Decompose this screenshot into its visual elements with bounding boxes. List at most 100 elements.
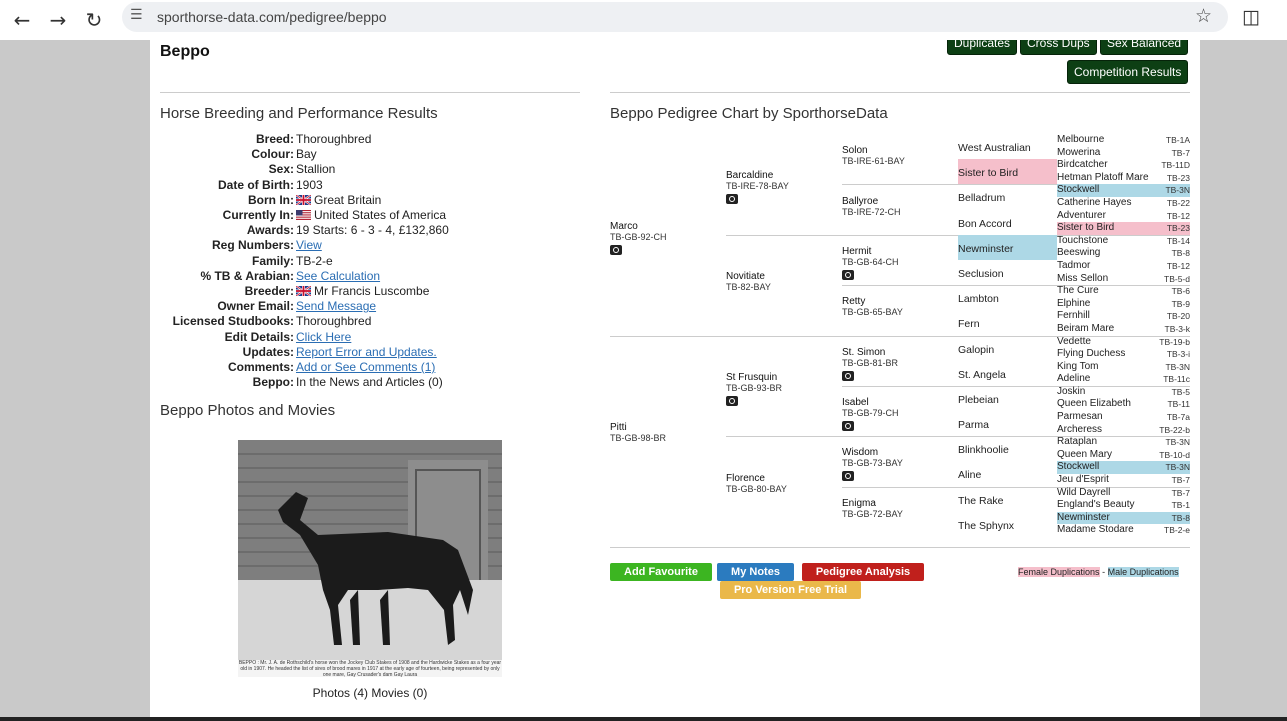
my-notes-button[interactable]: My Notes [717, 563, 794, 581]
pedigree-horse-gen3[interactable]: Solon TB-IRE-61-BAY [842, 145, 952, 167]
extensions-icon[interactable]: ◫ [1242, 6, 1260, 28]
pedigree-horse-gen4[interactable]: Seclusion [958, 260, 1057, 285]
add-favourite-button[interactable]: Add Favourite [610, 563, 712, 581]
detail-value[interactable]: Send Message [296, 299, 376, 313]
pedigree-horse-gen4[interactable]: Fern [958, 310, 1057, 335]
pedigree-horse-gen3[interactable]: Wisdom TB-GB-73-BAY [842, 447, 952, 484]
horse-name[interactable]: Plebeian [958, 394, 999, 406]
horse-name[interactable]: Hetman Platoff Mare [1057, 172, 1149, 185]
pedigree-horse-gen4[interactable]: The Rake [958, 487, 1057, 512]
pedigree-horse-gen4[interactable]: Parma [958, 411, 1057, 436]
pedigree-horse-gen4[interactable]: Plebeian [958, 386, 1057, 411]
pedigree-horse-gen3[interactable]: Hermit TB-GB-64-CH [842, 246, 952, 283]
pedigree-horse-gen5[interactable]: Stockwell TB-3N [1057, 461, 1190, 475]
horse-name[interactable]: Seclusion [958, 268, 1004, 280]
pedigree-horse-gen5[interactable]: The Cure TB-6 [1057, 285, 1190, 298]
horse-name[interactable]: King Tom [1057, 361, 1099, 374]
horse-name[interactable]: Newminster [1057, 512, 1110, 525]
horse-name[interactable]: Pitti [610, 422, 720, 433]
pedigree-horse-gen4[interactable]: Aline [958, 461, 1057, 486]
pedigree-horse-gen5[interactable]: Elphine TB-9 [1057, 298, 1190, 311]
detail-value-text[interactable]: Send Message [296, 299, 376, 313]
detail-value[interactable]: Report Error and Updates. [296, 345, 437, 359]
horse-name[interactable]: Marco [610, 221, 720, 232]
horse-name[interactable]: Newminster [958, 243, 1013, 255]
pedigree-horse-gen2[interactable]: St Frusquin TB-GB-93-BR [726, 372, 836, 409]
horse-name[interactable]: Adventurer [1057, 210, 1106, 223]
pedigree-horse-gen5[interactable]: Fernhill TB-20 [1057, 310, 1190, 323]
pedigree-horse-gen5[interactable]: Adeline TB-11c [1057, 373, 1190, 386]
pedigree-horse-gen5[interactable]: Jeu d'Esprit TB-7 [1057, 474, 1190, 487]
horse-name[interactable]: Birdcatcher [1057, 159, 1108, 172]
pedigree-horse-gen3[interactable]: St. Simon TB-GB-81-BR [842, 347, 952, 384]
detail-value-text[interactable]: Add or See Comments (1) [296, 360, 435, 374]
horse-name[interactable]: Touchstone [1057, 235, 1108, 248]
pedigree-horse-gen5[interactable]: Beeswing TB-8 [1057, 247, 1190, 260]
horse-name[interactable]: Ballyroe [842, 196, 952, 207]
horse-name[interactable]: England's Beauty [1057, 499, 1135, 512]
horse-name[interactable]: Vedette [1057, 336, 1091, 349]
horse-name[interactable]: Madame Stodare [1057, 524, 1134, 537]
pedigree-horse-gen5[interactable]: Melbourne TB-1A [1057, 134, 1190, 147]
detail-value-text[interactable]: View [296, 238, 322, 252]
horse-name[interactable]: Tadmor [1057, 260, 1090, 273]
pedigree-horse-gen4[interactable]: Sister to Bird [958, 159, 1057, 185]
pedigree-horse-gen5[interactable]: Madame Stodare TB-2-e [1057, 524, 1190, 537]
horse-name[interactable]: Miss Sellon [1057, 273, 1108, 286]
pedigree-horse-gen5[interactable]: Newminster TB-8 [1057, 511, 1190, 525]
horse-name[interactable]: Belladrum [958, 192, 1005, 204]
pedigree-horse-gen5[interactable]: Queen Elizabeth TB-11 [1057, 398, 1190, 411]
pedigree-horse-gen5[interactable]: Birdcatcher TB-11D [1057, 159, 1190, 172]
horse-name[interactable]: Queen Mary [1057, 449, 1112, 462]
pedigree-horse-gen5[interactable]: King Tom TB-3N [1057, 361, 1190, 374]
pedigree-horse-gen4[interactable]: West Australian [958, 134, 1057, 159]
duplicates-button[interactable]: Duplicates [947, 40, 1018, 55]
detail-value-text[interactable]: See Calculation [296, 269, 380, 283]
pedigree-horse-gen5[interactable]: Rataplan TB-3N [1057, 436, 1190, 449]
pedigree-horse-gen3[interactable]: Isabel TB-GB-79-CH [842, 397, 952, 434]
photo-count[interactable]: Photos (4) Movies (0) [238, 686, 502, 700]
pedigree-horse-gen4[interactable]: Lambton [958, 285, 1057, 310]
detail-value-text[interactable]: Report Error and Updates. [296, 345, 437, 359]
camera-icon[interactable] [726, 395, 738, 406]
horse-name[interactable]: Fernhill [1057, 310, 1090, 323]
horse-name[interactable]: Queen Elizabeth [1057, 398, 1131, 411]
pedigree-horse-gen5[interactable]: Miss Sellon TB-5-d [1057, 273, 1190, 286]
bookmark-star-icon[interactable]: ☆ [1195, 5, 1212, 27]
horse-name[interactable]: Stockwell [1057, 184, 1099, 197]
pedigree-horse-gen4[interactable]: Blinkhoolie [958, 436, 1057, 461]
horse-name[interactable]: Parma [958, 419, 989, 431]
horse-name[interactable]: Hermit [842, 246, 952, 257]
pedigree-horse-gen5[interactable]: Archeress TB-22-b [1057, 424, 1190, 437]
pedigree-horse-gen4[interactable]: St. Angela [958, 361, 1057, 386]
horse-name[interactable]: Enigma [842, 498, 952, 509]
pedigree-horse-gen5[interactable]: Queen Mary TB-10-d [1057, 449, 1190, 462]
horse-name[interactable]: Rataplan [1057, 436, 1097, 449]
horse-name[interactable]: West Australian [958, 142, 1031, 154]
horse-name[interactable]: St Frusquin [726, 372, 836, 383]
pro-trial-button[interactable]: Pro Version Free Trial [720, 581, 861, 599]
horse-name[interactable]: Beeswing [1057, 247, 1100, 260]
horse-name[interactable]: Fern [958, 318, 980, 330]
horse-name[interactable]: Barcaldine [726, 170, 836, 181]
address-bar[interactable]: ☰ sporthorse-data.com/pedigree/beppo ☆ [122, 2, 1228, 32]
pedigree-analysis-button[interactable]: Pedigree Analysis [802, 563, 924, 581]
horse-name[interactable]: St. Angela [958, 369, 1006, 381]
pedigree-horse-gen4[interactable]: Newminster [958, 234, 1057, 260]
pedigree-horse-gen2[interactable]: Novitiate TB-82-BAY [726, 271, 836, 293]
pedigree-horse-gen5[interactable]: Parmesan TB-7a [1057, 411, 1190, 424]
competition-results-button[interactable]: Competition Results [1067, 60, 1189, 84]
pedigree-horse-gen5[interactable]: Touchstone TB-14 [1057, 235, 1190, 248]
horse-name[interactable]: Adeline [1057, 373, 1090, 386]
pedigree-horse-gen5[interactable]: Vedette TB-19-b [1057, 336, 1190, 349]
detail-value-text[interactable]: Click Here [296, 330, 351, 344]
pedigree-horse-gen5[interactable]: Mowerina TB-7 [1057, 147, 1190, 160]
horse-name[interactable]: Retty [842, 296, 952, 307]
pedigree-horse-gen5[interactable]: Catherine Hayes TB-22 [1057, 197, 1190, 210]
site-settings-icon[interactable]: ☰ [130, 7, 143, 23]
cross-dups-button[interactable]: Cross Dups [1020, 40, 1097, 55]
pedigree-horse-gen3[interactable]: Ballyroe TB-IRE-72-CH [842, 196, 952, 218]
horse-name[interactable]: The Cure [1057, 285, 1099, 298]
horse-name[interactable]: Stockwell [1057, 461, 1099, 474]
horse-name[interactable]: Parmesan [1057, 411, 1103, 424]
